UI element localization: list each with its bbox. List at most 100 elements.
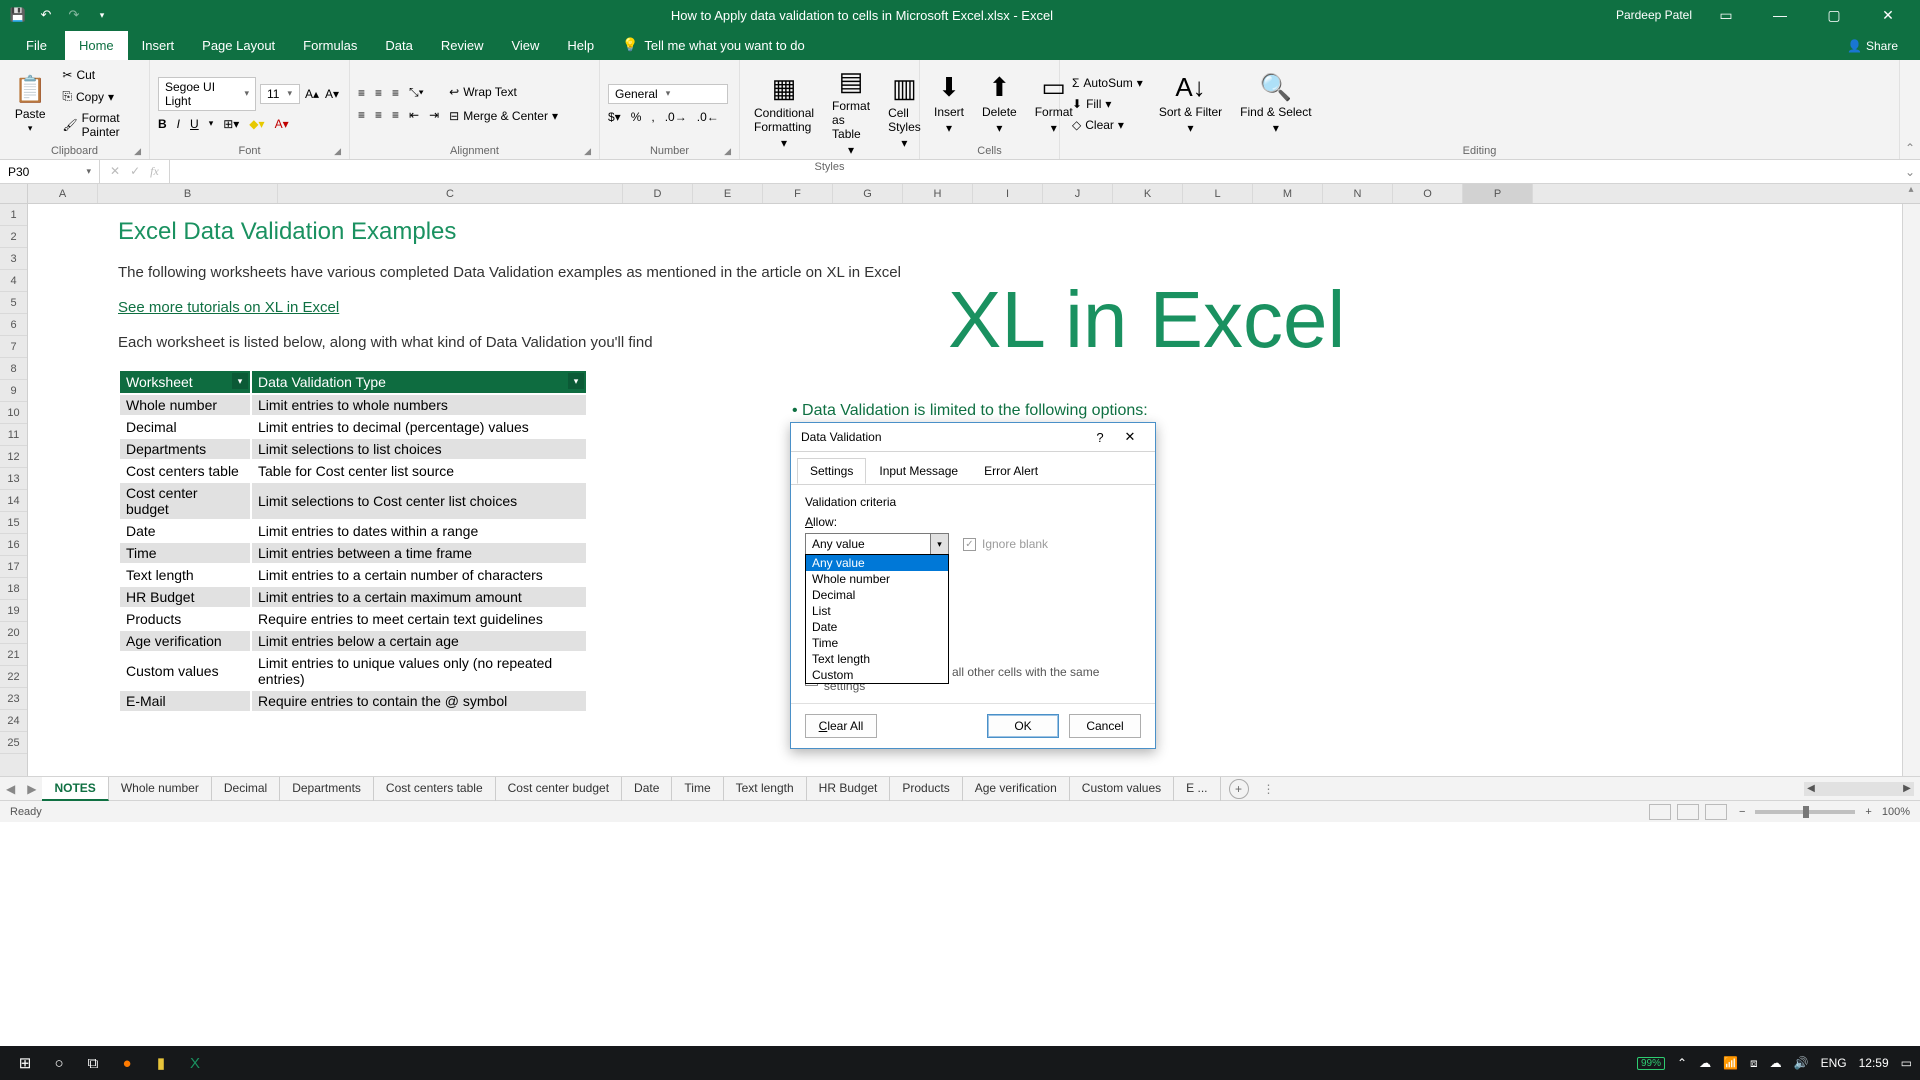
row-header[interactable]: 5	[0, 292, 27, 314]
dialog-close-icon[interactable]: ✕	[1115, 429, 1145, 445]
sheet-tab[interactable]: Departments	[280, 777, 374, 801]
sheet-tab[interactable]: Cost center budget	[496, 777, 622, 801]
border-button[interactable]: ⊞▾	[223, 117, 239, 131]
sheet-tab[interactable]: Date	[622, 777, 672, 801]
save-icon[interactable]: 💾	[10, 7, 26, 23]
row-header[interactable]: 6	[0, 314, 27, 336]
wrap-text-button[interactable]: ↩Wrap Text	[445, 83, 562, 101]
row-header[interactable]: 17	[0, 556, 27, 578]
row-header[interactable]: 4	[0, 270, 27, 292]
sheet-tab[interactable]: E ...	[1174, 777, 1220, 801]
allow-option[interactable]: Text length	[806, 651, 948, 667]
row-header[interactable]: 11	[0, 424, 27, 446]
alignment-dialog-launcher-icon[interactable]: ◢	[584, 146, 591, 157]
sheet-tab[interactable]: HR Budget	[807, 777, 891, 801]
clear-all-button[interactable]: Clear All	[805, 714, 877, 738]
row-header[interactable]: 12	[0, 446, 27, 468]
percent-format-icon[interactable]: %	[631, 110, 642, 124]
start-icon[interactable]: ⊞	[8, 1046, 42, 1080]
zoom-slider[interactable]	[1755, 810, 1855, 814]
sheet-nav-prev-icon[interactable]: ◀	[0, 782, 21, 796]
row-header[interactable]: 1	[0, 204, 27, 226]
column-header[interactable]: K	[1113, 184, 1183, 203]
row-header[interactable]: 16	[0, 534, 27, 556]
underline-button[interactable]: U	[190, 117, 199, 131]
allow-option[interactable]: Time	[806, 635, 948, 651]
fill-button[interactable]: ⬇Fill ▾	[1068, 95, 1147, 113]
tab-file[interactable]: File	[8, 31, 65, 60]
maximize-icon[interactable]: ▢	[1814, 7, 1854, 24]
task-view-icon[interactable]: ⧉	[76, 1046, 110, 1080]
action-center-icon[interactable]: ▭	[1901, 1056, 1912, 1070]
ignore-blank-checkbox[interactable]: ✓Ignore blank	[963, 537, 1048, 551]
tab-data[interactable]: Data	[371, 31, 426, 60]
allow-option[interactable]: Date	[806, 619, 948, 635]
row-header[interactable]: 15	[0, 512, 27, 534]
row-header[interactable]: 25	[0, 732, 27, 754]
page-break-view-icon[interactable]	[1705, 804, 1727, 820]
dialog-tab-error-alert[interactable]: Error Alert	[971, 458, 1051, 484]
page-layout-view-icon[interactable]	[1677, 804, 1699, 820]
row-header[interactable]: 2	[0, 226, 27, 248]
undo-icon[interactable]: ↶	[38, 7, 54, 23]
comma-format-icon[interactable]: ,	[651, 110, 654, 124]
sheet-tab[interactable]: Time	[672, 777, 723, 801]
language-indicator[interactable]: ENG	[1821, 1056, 1847, 1070]
delete-cells-button[interactable]: ⬆Delete ▾	[976, 70, 1023, 137]
align-top-icon[interactable]: ≡	[358, 86, 365, 100]
column-header[interactable]: I	[973, 184, 1043, 203]
allow-option[interactable]: List	[806, 603, 948, 619]
enter-formula-icon[interactable]: ✓	[130, 164, 140, 179]
tab-view[interactable]: View	[497, 31, 553, 60]
column-header[interactable]: P	[1463, 184, 1533, 203]
tab-help[interactable]: Help	[553, 31, 608, 60]
tell-me-search[interactable]: 💡 Tell me what you want to do	[608, 30, 819, 60]
allow-option[interactable]: Decimal	[806, 587, 948, 603]
sheet-tab[interactable]: Text length	[724, 777, 807, 801]
zoom-level[interactable]: 100%	[1882, 806, 1910, 818]
sheet-nav-next-icon[interactable]: ▶	[21, 782, 42, 796]
insert-function-icon[interactable]: fx	[150, 164, 159, 179]
font-color-button[interactable]: A▾	[275, 117, 289, 131]
combo-dropdown-icon[interactable]: ▾	[930, 534, 948, 554]
font-dialog-launcher-icon[interactable]: ◢	[334, 146, 341, 157]
decrease-indent-icon[interactable]: ⇤	[409, 108, 419, 122]
orientation-icon[interactable]: ⤡▾	[409, 85, 424, 100]
tab-home[interactable]: Home	[65, 31, 128, 60]
column-header[interactable]: H	[903, 184, 973, 203]
align-bottom-icon[interactable]: ≡	[392, 86, 399, 100]
number-dialog-launcher-icon[interactable]: ◢	[724, 146, 731, 157]
column-header[interactable]: O	[1393, 184, 1463, 203]
tab-formulas[interactable]: Formulas	[289, 31, 371, 60]
row-header[interactable]: 7	[0, 336, 27, 358]
row-header[interactable]: 14	[0, 490, 27, 512]
new-sheet-icon[interactable]: +	[1229, 779, 1249, 799]
filter-dropdown-icon[interactable]: ▾	[568, 373, 584, 389]
tab-review[interactable]: Review	[427, 31, 498, 60]
redo-icon[interactable]: ↷	[66, 7, 82, 23]
clock[interactable]: 12:59	[1859, 1056, 1889, 1070]
dialog-tab-input-message[interactable]: Input Message	[866, 458, 971, 484]
find-select-button[interactable]: 🔍Find & Select ▾	[1234, 70, 1317, 137]
column-header[interactable]: E	[693, 184, 763, 203]
font-family-combo[interactable]: Segoe UI Light▾	[158, 77, 256, 111]
decrease-decimal-icon[interactable]: .0←	[697, 110, 719, 124]
collapse-ribbon-icon[interactable]: ⌃	[1900, 60, 1920, 159]
format-as-table-button[interactable]: ▤Format as Table ▾	[826, 64, 876, 159]
dialog-help-icon[interactable]: ?	[1085, 430, 1115, 445]
firefox-icon[interactable]: ●	[110, 1046, 144, 1080]
fill-color-button[interactable]: ◆▾	[249, 117, 264, 131]
column-header[interactable]: F	[763, 184, 833, 203]
bold-button[interactable]: B	[158, 117, 167, 131]
align-center-icon[interactable]: ≡	[375, 108, 382, 122]
user-name[interactable]: Pardeep Patel	[1616, 8, 1692, 22]
vscroll-up-icon[interactable]: ▴	[1902, 184, 1920, 204]
cloud-icon[interactable]: ☁	[1770, 1056, 1782, 1070]
filter-dropdown-icon[interactable]: ▾	[232, 373, 248, 389]
expand-formula-bar-icon[interactable]: ⌄	[1900, 165, 1920, 179]
onedrive-icon[interactable]: ☁	[1699, 1056, 1711, 1070]
qat-customize-icon[interactable]: ▾	[94, 7, 110, 23]
row-header[interactable]: 18	[0, 578, 27, 600]
format-painter-button[interactable]: 🖌Format Painter	[58, 109, 141, 141]
conditional-formatting-button[interactable]: ▦Conditional Formatting ▾	[748, 71, 820, 152]
